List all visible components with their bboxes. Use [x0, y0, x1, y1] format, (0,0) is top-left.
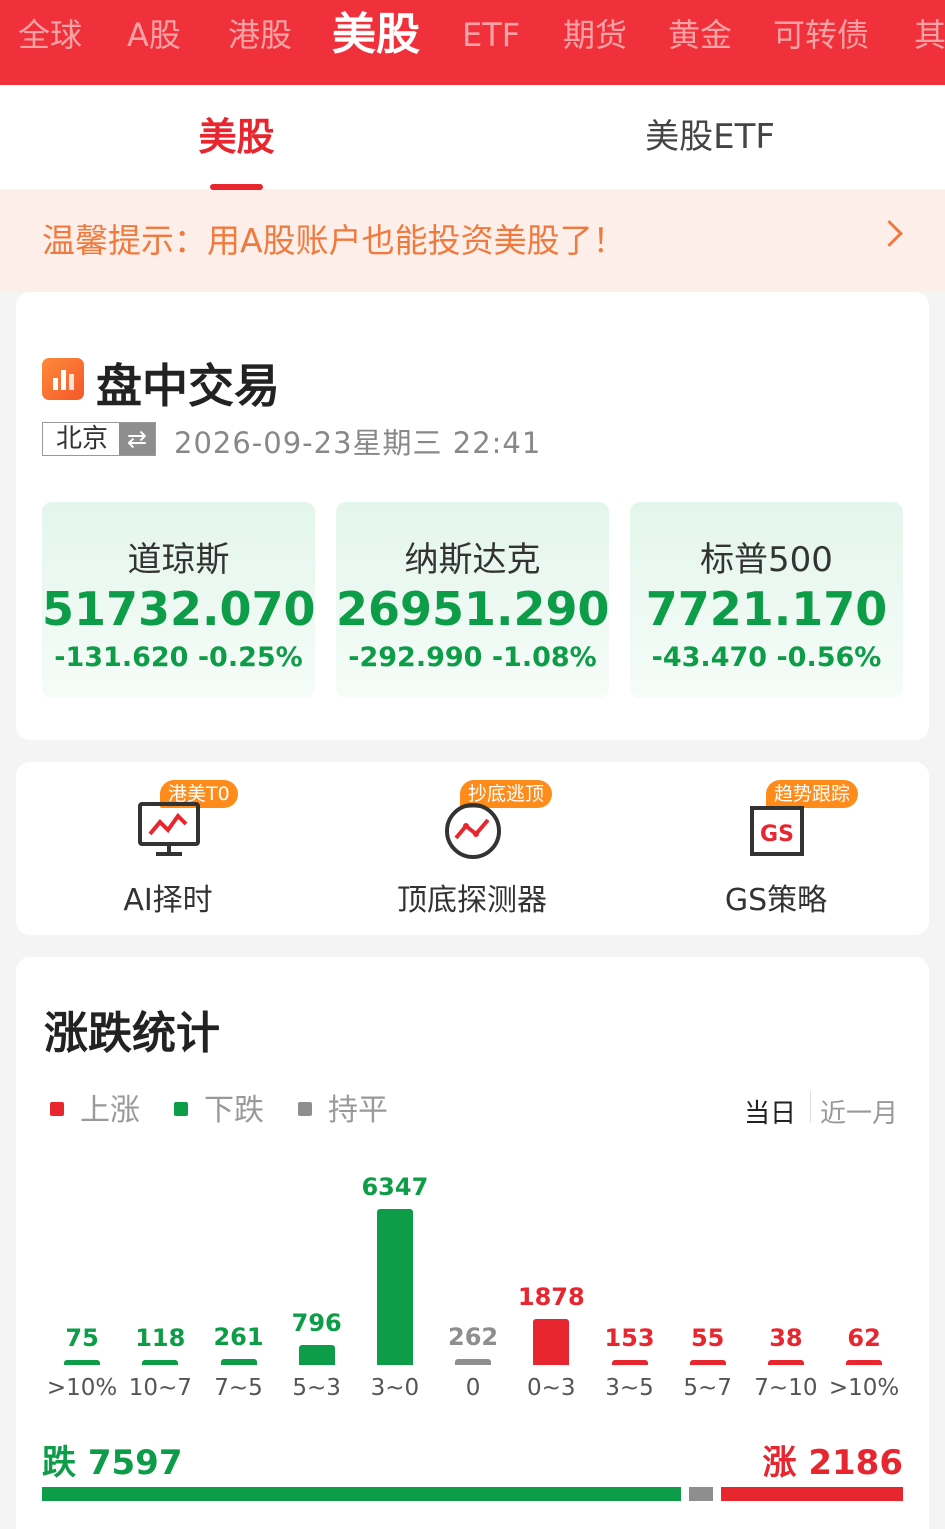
- bar-category-label: 7~10: [754, 1375, 818, 1401]
- bar-8: [689, 1360, 726, 1365]
- bar-value-label: 55: [690, 1324, 725, 1352]
- index-card-nasdaq[interactable]: 纳斯达克 26951.290 -292.990 -1.08%: [336, 502, 610, 698]
- bar-chart-icon: [42, 358, 84, 400]
- bar-value-label: 75: [65, 1324, 99, 1352]
- ratio-bar-rise: [721, 1487, 903, 1501]
- bar-category-label: 0: [465, 1375, 481, 1401]
- rise-fall-stats-card: 涨跌统计 上涨 下跌 持平 当日 近一月 75 >10% 118 10~7 261 7~5…: [16, 957, 929, 1529]
- bar-category-label: 3~0: [370, 1375, 420, 1401]
- tab-us-stocks[interactable]: 美股: [140, 85, 333, 189]
- trading-datetime: 2026-09-23星期三 22:41: [174, 426, 542, 460]
- index-value: 26951.290: [336, 582, 610, 636]
- bar-category-label: 5~7: [683, 1375, 732, 1401]
- bar-2: [220, 1358, 257, 1365]
- nav-tab-etf[interactable]: ETF: [462, 0, 520, 70]
- index-name: 纳斯达克: [404, 540, 541, 580]
- ratio-bar-fall: [42, 1487, 682, 1501]
- tool-label: AI择时: [123, 883, 213, 918]
- bar-4: [376, 1209, 413, 1365]
- total-rise-label: 涨: [762, 1443, 797, 1483]
- swap-icon: ⇄: [119, 423, 155, 455]
- bar-category-label: 3~5: [605, 1375, 654, 1401]
- bar-category-label: >10%: [828, 1375, 900, 1401]
- bar-5: [455, 1358, 492, 1365]
- bar-value-label: 38: [769, 1324, 803, 1352]
- total-fall-label: 跌: [42, 1443, 76, 1483]
- timezone-label: 北京: [55, 424, 108, 454]
- notice-bar[interactable]: 温馨提示：用A股账户也能投资美股了！: [0, 190, 945, 292]
- total-rise-value: 2186: [808, 1443, 903, 1483]
- bar-0: [64, 1360, 101, 1365]
- bar-value-label: 118: [135, 1324, 186, 1352]
- nav-tab-us-stocks[interactable]: 美股: [332, 0, 420, 70]
- index-change: -131.620 -0.25%: [54, 642, 303, 673]
- index-change: -292.990 -1.08%: [348, 642, 597, 673]
- tool-ai-timing[interactable]: 港美T0 AI择时: [18, 762, 318, 935]
- bar-value-label: 261: [213, 1322, 264, 1351]
- bar-1: [142, 1360, 179, 1365]
- bar-value-label: 1878: [517, 1282, 585, 1311]
- index-name: 道琼斯: [127, 540, 230, 580]
- bar-value-label: 62: [847, 1324, 881, 1352]
- timezone-switch[interactable]: 北京 ⇄: [42, 422, 156, 456]
- section-title: 盘中交易: [96, 359, 280, 413]
- index-value: 7721.170: [645, 582, 888, 636]
- sub-tabs: 美股 美股ETF: [0, 85, 945, 189]
- bar-category-label: 7~5: [214, 1375, 263, 1401]
- notice-text: 温馨提示：用A股账户也能投资美股了！: [42, 221, 626, 260]
- nav-tab-convertible-bonds[interactable]: 可转债: [773, 0, 869, 70]
- bar-9: [767, 1360, 804, 1365]
- nav-tab-other[interactable]: 其: [914, 0, 945, 70]
- bar-3: [298, 1345, 335, 1365]
- total-rise: 涨 2186: [763, 1435, 903, 1484]
- tool-gs-strategy[interactable]: 趋势跟踪 GS GS策略: [626, 762, 926, 935]
- index-name: 标普500: [700, 540, 833, 580]
- index-change: -43.470 -0.56%: [651, 642, 882, 673]
- tab-us-etf[interactable]: 美股ETF: [590, 85, 830, 189]
- detector-icon: [445, 803, 501, 859]
- nav-tab-futures[interactable]: 期货: [563, 0, 627, 70]
- svg-text:GS: GS: [760, 822, 794, 847]
- bar-category-label: 10~7: [128, 1375, 192, 1401]
- nav-tab-global[interactable]: 全球: [18, 0, 82, 70]
- nav-tab-hk-stocks[interactable]: 港股: [228, 0, 292, 70]
- index-value: 51732.070: [42, 582, 316, 636]
- distribution-chart: 75 >10% 118 10~7 261 7~5 796 5~3 6347 3~0 262 0 1878…: [16, 957, 929, 1417]
- index-card-sp500[interactable]: 标普500 7721.170 -43.470 -0.56%: [630, 502, 903, 698]
- nav-tab-a-shares[interactable]: A股: [127, 0, 181, 70]
- bar-6: [533, 1318, 570, 1365]
- bar-value-label: 6347: [361, 1173, 429, 1201]
- ratio-bar-flat: [689, 1487, 714, 1501]
- tool-top-bottom-detector[interactable]: 抄底逃顶 顶底探测器: [322, 762, 622, 935]
- index-card-dow-jones[interactable]: 道琼斯 51732.070 -131.620 -0.25%: [42, 502, 316, 698]
- bar-category-label: 0~3: [527, 1375, 576, 1401]
- bar-category-label: 5~3: [292, 1375, 341, 1401]
- tool-label: GS策略: [724, 883, 828, 918]
- monitor-chart-icon: [138, 802, 200, 856]
- total-fall-value: 7597: [87, 1443, 183, 1483]
- tools-card: 港美T0 AI择时 抄底逃顶 顶底探测器 趋势跟踪 GS GS策略: [16, 762, 929, 935]
- tool-label: 顶底探测器: [397, 883, 547, 918]
- total-fall: 跌 7597: [42, 1435, 182, 1484]
- bar-value-label: 262: [448, 1322, 499, 1351]
- chevron-right-icon: [876, 220, 903, 247]
- market-nav: 全球 A股 港股 美股 ETF 期货 黄金 可转债 其: [0, 0, 945, 85]
- intraday-trading-card: 盘中交易 北京 ⇄ 2026-09-23星期三 22:41 道琼斯 51732.…: [16, 292, 929, 740]
- bar-category-label: >10%: [46, 1375, 118, 1401]
- bar-value-label: 796: [291, 1309, 342, 1338]
- nav-tab-gold[interactable]: 黄金: [668, 0, 732, 70]
- bar-10: [846, 1360, 883, 1365]
- bar-value-label: 153: [604, 1324, 655, 1352]
- gs-strategy-icon: GS: [750, 806, 804, 856]
- bar-7: [611, 1360, 648, 1365]
